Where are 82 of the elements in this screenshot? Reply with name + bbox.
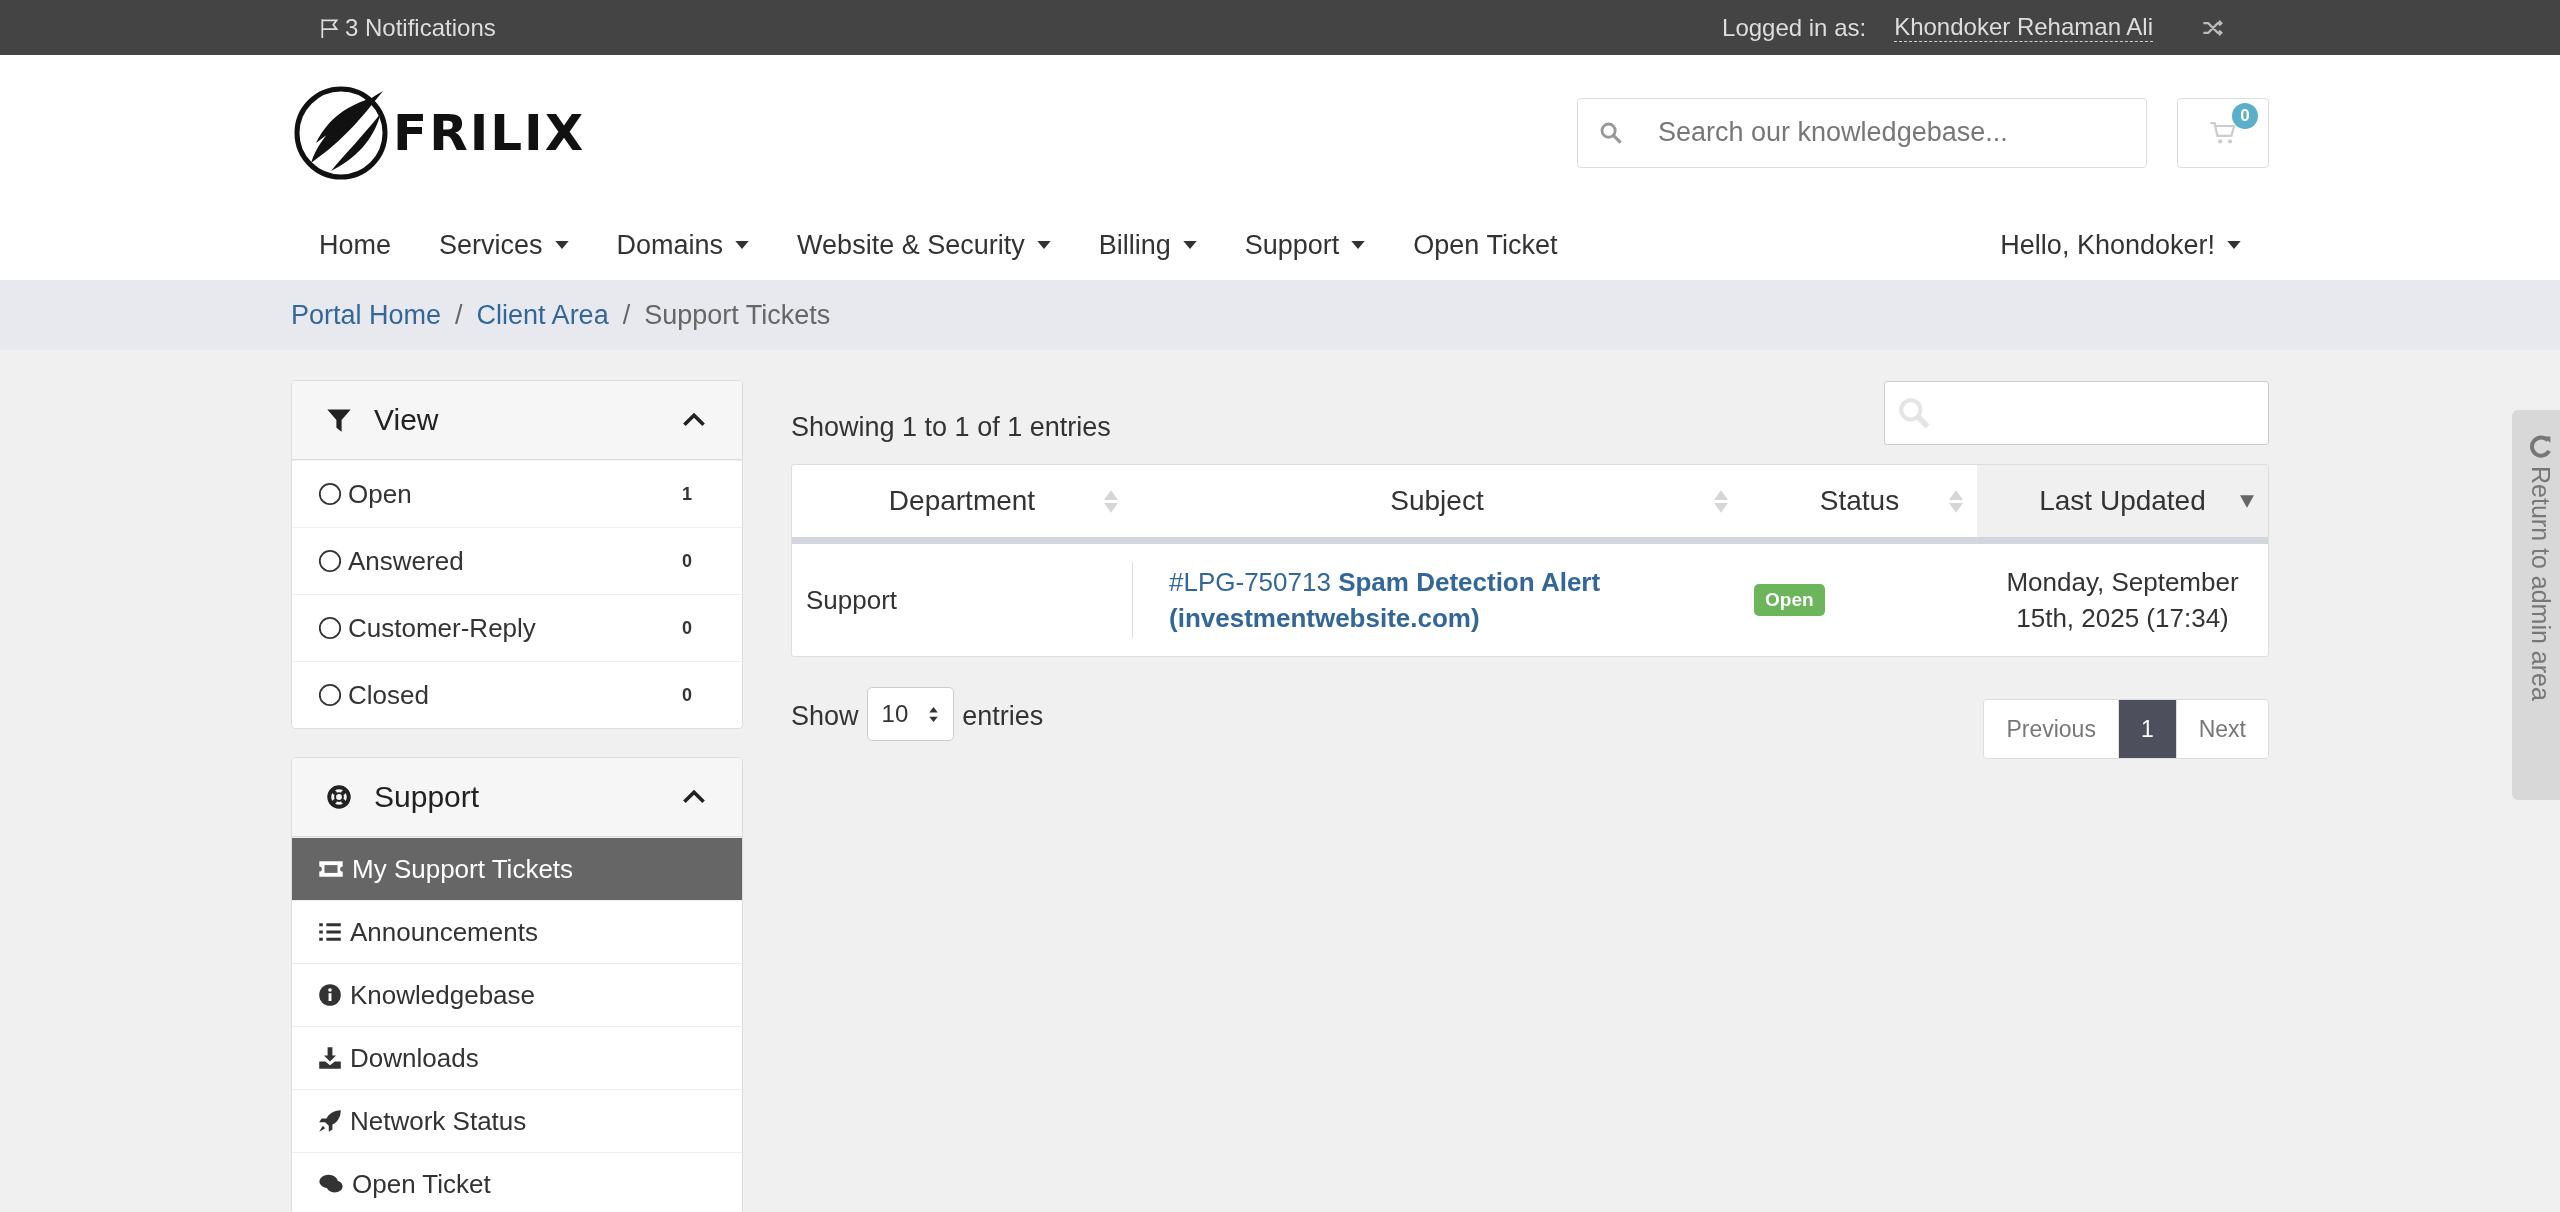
filter-count: 0 bbox=[682, 684, 692, 706]
user-name-link[interactable]: Khondoker Rehaman Ali bbox=[1894, 13, 2153, 42]
caret-icon bbox=[1036, 241, 1051, 249]
caret-icon bbox=[1182, 241, 1197, 249]
caret-icon bbox=[735, 241, 750, 249]
download-icon bbox=[318, 1046, 342, 1070]
panel-title: View bbox=[374, 403, 439, 437]
status-filter-item[interactable]: Customer-Reply 0 bbox=[292, 594, 742, 661]
caret-icon bbox=[1351, 241, 1366, 249]
notifications-link[interactable]: 3 Notifications bbox=[319, 13, 496, 42]
breadcrumb-item: Support Tickets bbox=[644, 299, 831, 331]
rocket-icon bbox=[318, 1109, 342, 1133]
nav-menu-item[interactable]: Open Ticket bbox=[1413, 229, 1558, 261]
support-menu-item[interactable]: Knowledgebase bbox=[292, 963, 742, 1026]
column-header[interactable]: Department bbox=[792, 465, 1132, 537]
breadcrumb-item[interactable]: Client Area bbox=[476, 299, 609, 331]
radio-button[interactable] bbox=[318, 683, 342, 707]
pagination-button[interactable]: 1 bbox=[2117, 700, 2176, 758]
column-header[interactable]: Last Updated bbox=[1977, 465, 2268, 537]
status-badge: Open bbox=[1754, 584, 1825, 616]
life-ring-icon bbox=[326, 784, 352, 810]
status-filter-item[interactable]: Open 1 bbox=[292, 460, 742, 527]
ticket-icon bbox=[318, 859, 344, 879]
refresh-icon bbox=[2527, 434, 2553, 460]
info-icon bbox=[318, 983, 342, 1007]
status-filter-item[interactable]: Closed 0 bbox=[292, 661, 742, 728]
radio-button[interactable] bbox=[318, 549, 342, 573]
nav-menu-item[interactable]: Home bbox=[319, 229, 392, 261]
radio-button[interactable] bbox=[318, 616, 342, 640]
sort-icon bbox=[1949, 489, 1963, 513]
collapse-chevron-icon[interactable] bbox=[682, 412, 706, 428]
logged-in-label: Logged in as: bbox=[1722, 13, 1867, 42]
nav-menu-item[interactable]: Services bbox=[439, 229, 569, 261]
caret-icon bbox=[554, 241, 569, 249]
support-menu-item[interactable]: Downloads bbox=[292, 1026, 742, 1089]
cart-count-badge: 0 bbox=[2232, 102, 2258, 129]
updown-icon bbox=[928, 705, 940, 723]
filter-icon bbox=[326, 407, 352, 433]
support-menu-item[interactable]: My Support Tickets bbox=[292, 837, 742, 900]
sort-icon bbox=[1714, 489, 1728, 513]
filter-count: 0 bbox=[682, 617, 692, 639]
radio-button[interactable] bbox=[318, 482, 342, 506]
breadcrumb-item[interactable]: Portal Home bbox=[291, 299, 442, 331]
show-label: Show bbox=[791, 700, 859, 732]
column-header[interactable]: Status bbox=[1742, 465, 1977, 537]
nav-menu-item[interactable]: Support bbox=[1244, 229, 1366, 261]
breadcrumb-separator: / bbox=[622, 299, 631, 331]
nav-menu-item[interactable]: Billing bbox=[1098, 229, 1197, 261]
entries-label: entries bbox=[962, 700, 1044, 732]
page-size-select[interactable]: 10 bbox=[866, 687, 955, 741]
table-cell-text: Monday, September 15th, 2025 (17:34) bbox=[2005, 565, 2240, 635]
logo-text[interactable]: FRILIX bbox=[393, 103, 586, 162]
list-icon bbox=[318, 922, 342, 942]
table-cell-text: Support bbox=[805, 584, 899, 616]
collapse-chevron-icon[interactable] bbox=[682, 789, 706, 805]
breadcrumb-separator: / bbox=[455, 299, 463, 331]
ticket-subject-link[interactable]: #LPG-750713 Spam Detection Alert (investmentwebsite.com) bbox=[1169, 563, 1742, 637]
filter-label: Customer-Reply bbox=[348, 612, 536, 644]
entries-info-text: Showing 1 to 1 of 1 entries bbox=[791, 410, 1111, 443]
sort-icon bbox=[2240, 494, 2254, 508]
filter-label: Closed bbox=[348, 679, 429, 711]
support-menu-item[interactable]: Network Status bbox=[292, 1089, 742, 1152]
support-menu-item[interactable]: Open Ticket bbox=[292, 1152, 742, 1212]
account-menu[interactable]: Hello, Khondoker! bbox=[2000, 229, 2241, 261]
pagination-button[interactable]: Previous bbox=[1984, 700, 2118, 758]
caret-icon bbox=[2227, 241, 2241, 249]
filter-label: Answered bbox=[348, 545, 464, 577]
nav-menu-item[interactable]: Domains bbox=[616, 229, 750, 261]
knowledgebase-search-field[interactable]: Search our knowledgebase... bbox=[1577, 97, 2147, 168]
table-search-field[interactable] bbox=[1884, 381, 2269, 445]
support-menu-item[interactable]: Announcements bbox=[292, 900, 742, 963]
filter-count: 0 bbox=[682, 550, 692, 572]
panel-title: Support bbox=[374, 780, 480, 814]
filter-label: Open bbox=[348, 478, 412, 510]
status-filter-item[interactable]: Answered 0 bbox=[292, 527, 742, 594]
sort-icon bbox=[1104, 489, 1118, 513]
chat-bubbles-icon bbox=[318, 1173, 344, 1195]
filter-count: 1 bbox=[682, 483, 692, 505]
pagination-button[interactable]: Next bbox=[2175, 700, 2268, 758]
column-header[interactable]: Subject bbox=[1132, 465, 1742, 537]
flag-icon bbox=[319, 16, 341, 39]
nav-menu-item[interactable]: Website & Security bbox=[797, 229, 1051, 261]
